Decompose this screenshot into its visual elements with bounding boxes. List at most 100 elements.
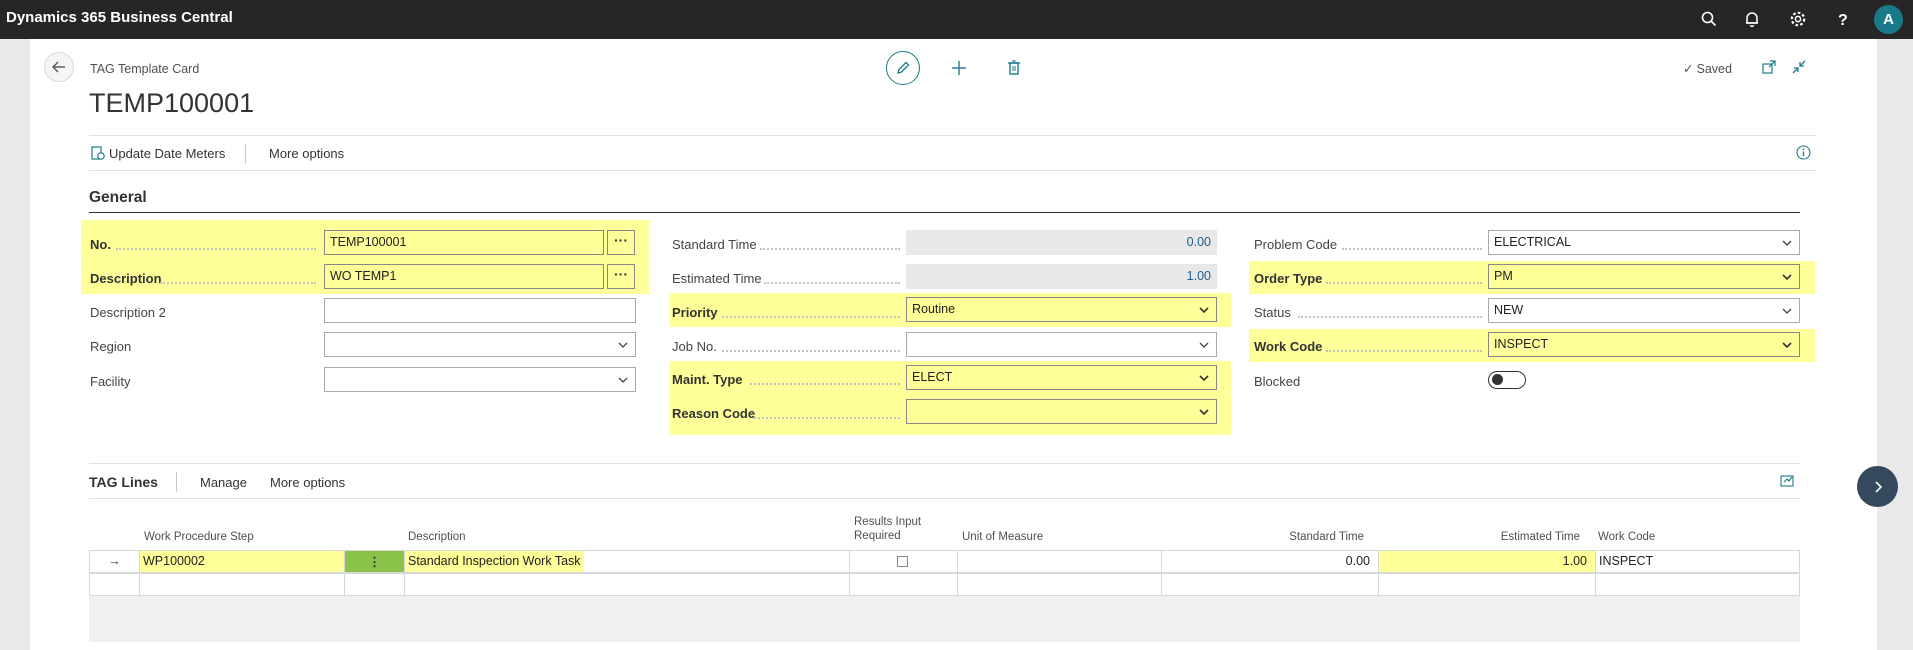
leader-dots — [1298, 316, 1482, 318]
row-menu-cell — [345, 574, 405, 595]
lines-more-options-button[interactable]: More options — [270, 475, 345, 490]
back-button[interactable] — [44, 52, 74, 82]
description-lookup-button[interactable]: ··· — [607, 264, 635, 289]
maint-type-select[interactable]: ELECT — [906, 365, 1217, 390]
uom-cell[interactable] — [958, 551, 1162, 572]
search-icon[interactable] — [1700, 10, 1720, 30]
region-select[interactable] — [324, 332, 636, 357]
collapse-icon — [1792, 60, 1806, 74]
app-title[interactable]: Dynamics 365 Business Central — [6, 9, 233, 26]
field-label-maint-type: Maint. Type — [672, 372, 743, 387]
chevron-down-icon — [1199, 307, 1209, 314]
results-input-cell — [850, 551, 958, 572]
priority-select[interactable]: Routine — [906, 297, 1217, 322]
work-code-select[interactable]: INSPECT — [1488, 332, 1800, 357]
field-label-status: Status — [1254, 305, 1291, 320]
check-icon: ✓ — [1683, 62, 1694, 76]
avatar[interactable]: A — [1874, 5, 1903, 34]
lines-section-title[interactable]: TAG Lines — [89, 474, 158, 490]
col-header-standard-time[interactable]: Standard Time — [1200, 530, 1364, 544]
field-label-region: Region — [90, 339, 132, 354]
order-type-select[interactable]: PM — [1488, 264, 1800, 289]
estimated-time-cell[interactable]: 1.00 — [1379, 551, 1596, 572]
work-code-value: INSPECT — [1494, 337, 1549, 351]
col-header-work-code[interactable]: Work Code — [1598, 530, 1655, 544]
field-label-order-type: Order Type — [1254, 271, 1323, 286]
section-divider — [89, 212, 1800, 213]
lines-action-bar: TAG Lines Manage More options — [89, 463, 1800, 499]
update-date-meters-button[interactable]: Update Date Meters — [109, 146, 225, 161]
edit-button[interactable] — [886, 51, 920, 85]
priority-value: Routine — [912, 302, 956, 316]
row-menu-button[interactable]: ⋮ — [345, 551, 405, 572]
col-header-description[interactable]: Description — [408, 530, 466, 544]
job-no-select[interactable] — [906, 332, 1217, 357]
maint-type-value: ELECT — [912, 370, 953, 384]
estimated-time-field: 1.00 — [906, 264, 1217, 289]
collapse-button[interactable] — [1792, 60, 1808, 76]
col-header-step[interactable]: Work Procedure Step — [144, 530, 254, 544]
estimated-time-cell[interactable] — [1379, 574, 1596, 595]
chevron-right-icon — [1874, 480, 1882, 493]
delete-button[interactable] — [1004, 58, 1024, 78]
bell-icon[interactable] — [1743, 10, 1763, 30]
top-bar: Dynamics 365 Business Central ? A — [0, 0, 1913, 39]
open-new-window-button[interactable] — [1762, 60, 1778, 76]
more-options-button[interactable]: More options — [269, 146, 344, 161]
table-row[interactable] — [89, 573, 1800, 596]
problem-code-value: ELECTRICAL — [1494, 235, 1572, 249]
description-cell[interactable]: Standard Inspection Work Task — [405, 551, 850, 572]
next-record-button[interactable] — [1857, 466, 1898, 507]
help-icon[interactable]: ? — [1834, 10, 1854, 30]
saved-label: Saved — [1696, 62, 1732, 76]
chevron-down-icon — [618, 342, 628, 348]
standard-time-cell[interactable] — [1162, 574, 1379, 595]
description-field[interactable]: WO TEMP1 — [324, 264, 604, 289]
field-label-estimated-time: Estimated Time — [672, 271, 762, 286]
blocked-toggle[interactable] — [1488, 371, 1526, 389]
facility-select[interactable] — [324, 367, 636, 392]
uom-cell[interactable] — [958, 574, 1162, 595]
step-cell[interactable] — [140, 574, 345, 595]
table-row[interactable]: → WP100002 ⋮ Standard Inspection Work Ta… — [89, 550, 1800, 573]
pop-out-icon — [1762, 60, 1776, 74]
new-button[interactable] — [949, 58, 969, 78]
row-selector — [90, 574, 140, 595]
gear-icon[interactable] — [1789, 10, 1809, 30]
reason-code-select[interactable] — [906, 399, 1217, 424]
leader-dots — [722, 350, 900, 352]
work-code-cell[interactable]: INSPECT — [1596, 551, 1799, 572]
saved-status: ✓ Saved — [1683, 61, 1732, 76]
leader-dots — [116, 248, 316, 250]
status-value: NEW — [1494, 303, 1524, 317]
manage-button[interactable]: Manage — [200, 475, 247, 490]
no-field[interactable]: TEMP100001 — [324, 230, 604, 255]
chevron-down-icon — [1199, 342, 1209, 348]
info-icon[interactable] — [1796, 145, 1812, 161]
leader-dots — [160, 282, 316, 284]
no-lookup-button[interactable]: ··· — [607, 230, 635, 255]
results-input-checkbox[interactable] — [897, 556, 908, 567]
description-cell[interactable] — [405, 574, 850, 595]
status-select[interactable]: NEW — [1488, 298, 1800, 323]
problem-code-select[interactable]: ELECTRICAL — [1488, 230, 1800, 255]
description-2-field[interactable] — [324, 298, 636, 323]
chevron-down-icon — [1782, 240, 1792, 246]
leader-dots — [722, 316, 900, 318]
leader-dots — [754, 417, 900, 419]
pencil-icon — [897, 61, 910, 74]
order-type-value: PM — [1494, 269, 1513, 283]
step-cell[interactable]: WP100002 — [140, 551, 345, 572]
chevron-down-icon — [618, 377, 628, 383]
work-code-cell[interactable] — [1596, 574, 1799, 595]
chevron-down-icon — [1199, 375, 1209, 382]
general-section-title[interactable]: General — [89, 189, 147, 207]
col-header-estimated-time[interactable]: Estimated Time — [1420, 530, 1580, 544]
svg-text:?: ? — [1838, 12, 1848, 28]
action-bar: Update Date Meters More options — [89, 135, 1816, 171]
share-icon[interactable] — [1780, 474, 1795, 488]
col-header-uom[interactable]: Unit of Measure — [962, 530, 1043, 544]
standard-time-cell[interactable]: 0.00 — [1162, 551, 1379, 572]
col-header-results-input[interactable]: Results Input Required — [854, 515, 926, 543]
leader-dots — [750, 383, 900, 385]
